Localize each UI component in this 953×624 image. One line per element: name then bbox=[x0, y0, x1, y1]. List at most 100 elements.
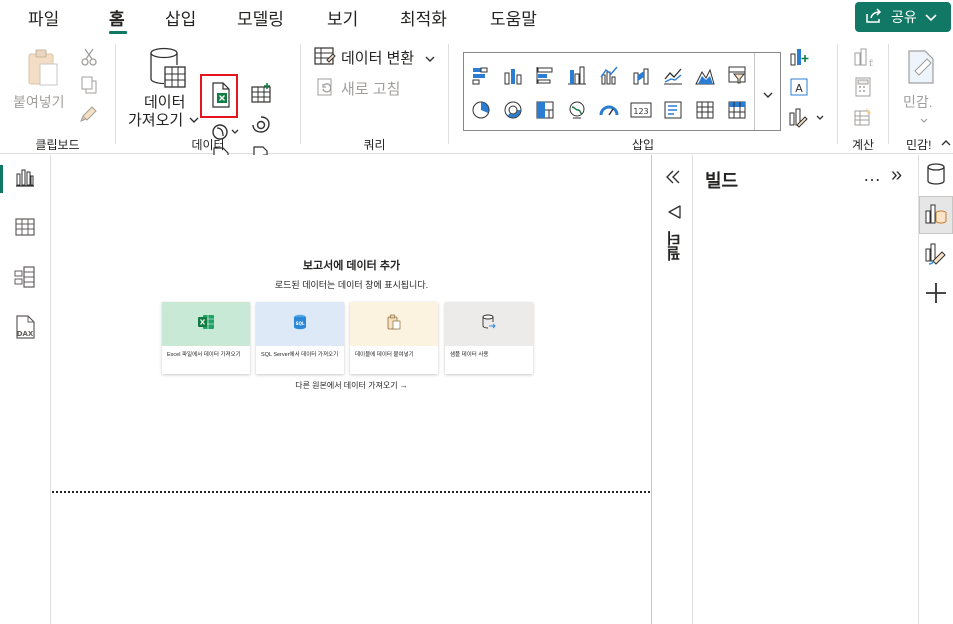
dax-query-icon: DAX bbox=[13, 314, 37, 345]
text-box-icon[interactable]: A bbox=[788, 76, 810, 98]
refresh-icon[interactable] bbox=[315, 76, 337, 98]
dataverse-icon[interactable] bbox=[249, 114, 273, 136]
collapse-pane-icon[interactable]: » bbox=[891, 164, 902, 187]
line-chart-icon[interactable] bbox=[661, 63, 685, 87]
active-tab-indicator bbox=[109, 31, 127, 34]
report-view-button[interactable] bbox=[0, 155, 50, 203]
card-header bbox=[445, 302, 533, 346]
sensitivity-button-label[interactable]: 민감. bbox=[903, 92, 933, 112]
group-separator bbox=[115, 44, 116, 144]
plus-icon bbox=[925, 282, 947, 309]
table-visual-icon[interactable] bbox=[693, 98, 717, 122]
tab-insert[interactable]: 삽입 bbox=[165, 5, 196, 30]
tab-home[interactable]: 홈 bbox=[109, 5, 125, 30]
chevron-down-icon[interactable] bbox=[188, 114, 200, 126]
chevron-down-icon[interactable] bbox=[918, 116, 930, 126]
collapse-ribbon-icon[interactable] bbox=[940, 136, 952, 148]
data-group-label: 데이터 bbox=[191, 138, 225, 152]
build-pane-button[interactable] bbox=[919, 196, 953, 234]
data-pane-button[interactable] bbox=[919, 157, 953, 195]
clustered-bar-chart-icon[interactable] bbox=[533, 63, 557, 87]
paste-button-label[interactable]: 붙여넣기 bbox=[13, 92, 65, 112]
dax-query-view-button[interactable]: DAX bbox=[0, 305, 50, 353]
tab-view[interactable]: 보기 bbox=[327, 5, 358, 30]
card-icon[interactable]: 123 bbox=[629, 98, 653, 122]
treemap-icon[interactable] bbox=[533, 98, 557, 122]
model-view-button[interactable] bbox=[0, 255, 50, 303]
tab-file[interactable]: 파일 bbox=[28, 5, 59, 30]
stacked-column-chart-icon[interactable] bbox=[501, 63, 525, 87]
transform-data-label[interactable]: 데이터 변환 bbox=[341, 47, 414, 68]
cut-icon[interactable] bbox=[80, 48, 98, 66]
excel-icon bbox=[197, 314, 215, 335]
stacked-bar-chart-icon[interactable] bbox=[469, 63, 493, 87]
svg-text:DAX: DAX bbox=[17, 330, 34, 338]
model-view-icon bbox=[13, 265, 37, 294]
card-header bbox=[350, 302, 438, 346]
queries-group-label: 쿼리 bbox=[363, 138, 386, 152]
ribbon-chart-icon[interactable] bbox=[629, 63, 653, 87]
tab-help[interactable]: 도움말 bbox=[490, 5, 537, 30]
sample-data-card[interactable]: 샘플 데이터 사용 bbox=[445, 302, 533, 374]
sample-data-icon bbox=[481, 314, 497, 335]
page-boundary bbox=[52, 491, 650, 493]
clustered-column-chart-icon[interactable] bbox=[565, 63, 589, 87]
table-view-button[interactable] bbox=[0, 205, 50, 253]
view-switcher: DAX bbox=[0, 155, 51, 624]
new-table-calc-icon[interactable] bbox=[852, 106, 874, 128]
card-header bbox=[162, 302, 250, 346]
calculator-icon[interactable] bbox=[852, 76, 874, 98]
more-visuals-icon[interactable] bbox=[788, 106, 826, 130]
other-sources-link[interactable]: 다른 원본에서 데이터 가져오기 → bbox=[52, 380, 651, 391]
paste-icon[interactable] bbox=[26, 48, 60, 88]
paste-table-card[interactable]: 데이블에 데이터 붙여넣기 bbox=[350, 302, 438, 374]
add-pane-button[interactable] bbox=[919, 276, 953, 314]
line-column-chart-icon[interactable] bbox=[597, 63, 621, 87]
svg-text:fx: fx bbox=[869, 59, 873, 67]
matrix-visual-icon[interactable] bbox=[725, 98, 749, 122]
more-options-icon[interactable]: … bbox=[863, 165, 881, 186]
format-pane-button[interactable] bbox=[919, 236, 953, 274]
enter-data-icon[interactable] bbox=[249, 82, 273, 104]
clipboard-group-label: 클립보드 bbox=[35, 138, 80, 152]
multi-row-card-icon[interactable] bbox=[661, 98, 685, 122]
chevron-down-icon[interactable] bbox=[424, 54, 436, 64]
sql-database-icon: SQL bbox=[293, 314, 307, 335]
get-data-label-2[interactable]: 가져오기 bbox=[128, 109, 183, 130]
map-globe-icon[interactable] bbox=[565, 98, 589, 122]
visual-gallery: 123 bbox=[463, 52, 781, 131]
refresh-label[interactable]: 새로 고침 bbox=[341, 78, 400, 99]
funnel-table-icon[interactable] bbox=[725, 63, 749, 87]
card-label: SQL Server에서 데이터 가져오기 bbox=[261, 352, 339, 358]
card-label: 샘플 데이터 사용 bbox=[450, 352, 489, 358]
build-pane: 빌드 … » bbox=[693, 155, 919, 624]
group-separator bbox=[837, 44, 838, 144]
sensitivity-icon[interactable] bbox=[904, 48, 938, 86]
excel-source-card[interactable]: Excel 파일에서 데이터 가져오기 bbox=[162, 302, 250, 374]
chevron-down-icon[interactable] bbox=[758, 83, 778, 107]
new-visual-icon[interactable] bbox=[788, 45, 810, 67]
filter-funnel-icon[interactable] bbox=[666, 205, 682, 226]
expand-filters-icon[interactable] bbox=[665, 169, 681, 190]
gauge-icon[interactable] bbox=[597, 98, 621, 122]
get-data-icon[interactable] bbox=[148, 47, 186, 89]
copy-icon[interactable] bbox=[80, 76, 98, 94]
group-separator bbox=[888, 44, 889, 144]
pane-switcher-rail bbox=[919, 155, 953, 624]
svg-text:SQL: SQL bbox=[296, 321, 305, 326]
svg-text:A: A bbox=[795, 82, 803, 95]
share-button[interactable]: 공유 bbox=[855, 2, 951, 32]
tab-modeling[interactable]: 모델링 bbox=[237, 5, 284, 30]
add-data-subtitle: 로드된 데이터는 데이터 창에 표시됩니다. bbox=[274, 280, 429, 290]
build-visual-icon bbox=[924, 201, 948, 230]
area-chart-icon[interactable] bbox=[693, 63, 717, 87]
donut-chart-icon[interactable] bbox=[501, 98, 525, 122]
filters-vertical-label[interactable]: 필터 bbox=[664, 231, 685, 261]
tab-optimize[interactable]: 최적화 bbox=[400, 5, 447, 30]
gallery-scroll-separator bbox=[754, 53, 755, 130]
format-painter-icon[interactable] bbox=[80, 104, 100, 122]
quick-measure-icon[interactable]: fx bbox=[852, 46, 874, 68]
sql-server-source-card[interactable]: SQL SQL Server에서 데이터 가져오기 bbox=[256, 302, 344, 374]
transform-data-icon[interactable] bbox=[314, 46, 336, 66]
pie-chart-icon[interactable] bbox=[469, 98, 493, 122]
